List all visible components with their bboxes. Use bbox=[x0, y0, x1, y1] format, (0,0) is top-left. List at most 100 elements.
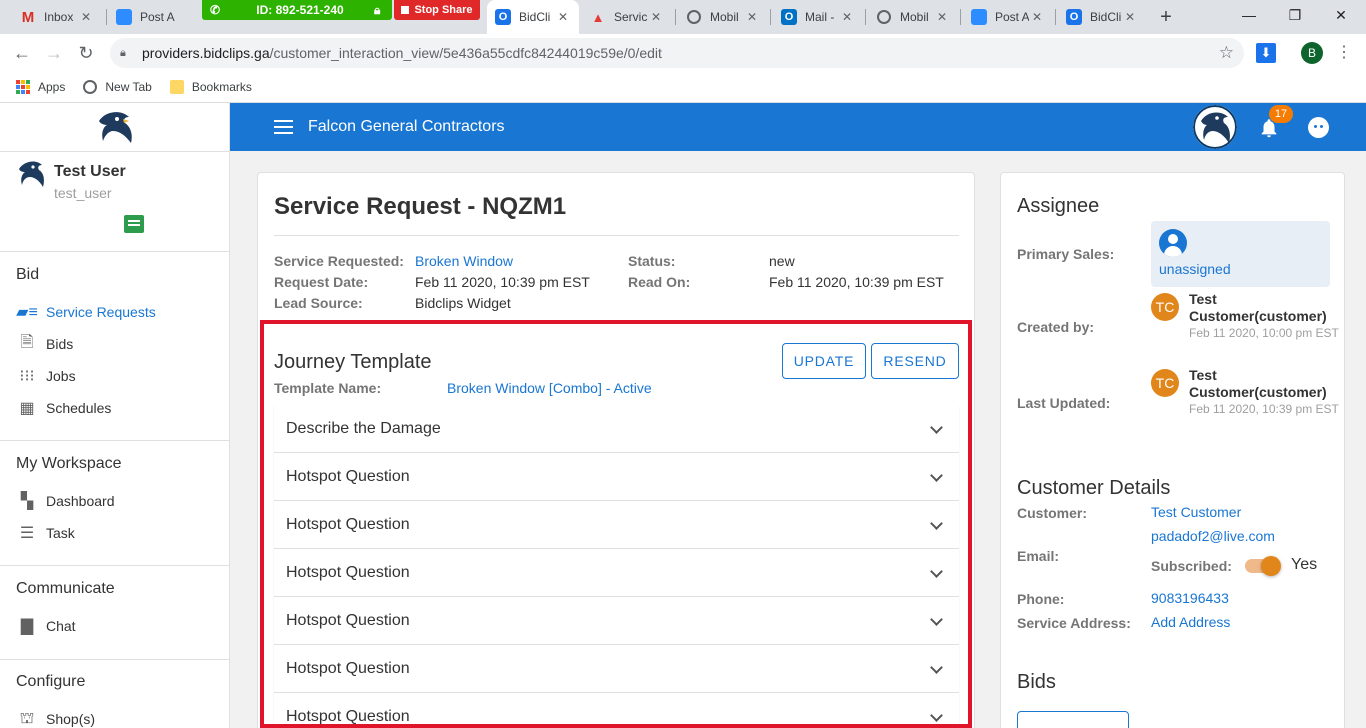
company-name: Falcon General Contractors bbox=[308, 118, 505, 135]
browser-tab[interactable]: O BidCli ✕ bbox=[1058, 0, 1146, 34]
company-logo-icon bbox=[1193, 105, 1237, 149]
menu-icon[interactable] bbox=[274, 120, 293, 134]
back-arrow-icon[interactable]: ← bbox=[10, 41, 34, 65]
account-face-icon[interactable] bbox=[1308, 117, 1329, 138]
bookmark-folder[interactable]: Bookmarks bbox=[169, 80, 252, 94]
bookmark-new-tab[interactable]: New Tab bbox=[83, 80, 152, 94]
browser-tab[interactable]: Mobil ✕ bbox=[678, 0, 768, 34]
created-by-name: Test Customer(customer) bbox=[1189, 291, 1327, 324]
zoom-icon bbox=[971, 9, 987, 25]
lock-icon: 🔒︎ bbox=[120, 46, 126, 59]
created-date: Feb 11 2020, 10:00 pm EST bbox=[1189, 326, 1339, 340]
phone-link[interactable]: 9083196433 bbox=[1151, 590, 1229, 606]
sidebar-item-shops[interactable]: ⛫ Shop(s) bbox=[16, 709, 95, 728]
new-tab-button[interactable]: + bbox=[1154, 5, 1178, 29]
request-date: Feb 11 2020, 10:39 pm EST bbox=[415, 274, 590, 290]
notification-count-badge: 17 bbox=[1269, 105, 1293, 123]
sidebar-item-chat[interactable]: ▇ Chat bbox=[16, 616, 76, 636]
lead-source: Bidclips Widget bbox=[415, 295, 511, 311]
document-icon: 🗎︎ bbox=[20, 333, 34, 351]
app-header: Falcon General Contractors 17 bbox=[230, 103, 1366, 151]
forward-arrow-icon[interactable]: → bbox=[42, 41, 66, 65]
chat-icon[interactable] bbox=[124, 215, 144, 233]
profile-avatar[interactable]: B bbox=[1301, 42, 1323, 64]
section-configure: Configure bbox=[16, 673, 86, 690]
section-communicate: Communicate bbox=[16, 580, 115, 597]
calendar-icon: ▦ bbox=[19, 400, 35, 417]
grid-icon: ⁝⁝⁝ bbox=[19, 368, 35, 385]
email-link[interactable]: padadof2@live.com bbox=[1151, 528, 1275, 544]
bids-title: Bids bbox=[1017, 671, 1056, 693]
close-icon[interactable]: ✕ bbox=[839, 10, 855, 24]
triangle-logo-icon: ▲ bbox=[591, 9, 605, 25]
read-on-value: Feb 11 2020, 10:39 pm EST bbox=[769, 274, 944, 290]
folder-icon bbox=[169, 80, 184, 94]
star-icon[interactable]: ☆ bbox=[1219, 43, 1234, 63]
download-icon[interactable]: ⬇ bbox=[1256, 43, 1276, 63]
avatar: TC bbox=[1151, 293, 1179, 321]
outlook-icon: O bbox=[495, 9, 511, 25]
add-address-link[interactable]: Add Address bbox=[1151, 614, 1230, 630]
close-icon[interactable]: ✕ bbox=[1122, 10, 1138, 24]
details-card: Assignee Primary Sales: unassigned Creat… bbox=[1000, 172, 1345, 728]
bids-action-button[interactable] bbox=[1017, 711, 1129, 728]
more-vert-icon[interactable]: ⋮ bbox=[1336, 42, 1352, 62]
close-icon[interactable]: ✕ bbox=[744, 10, 760, 24]
close-icon[interactable]: ✕ bbox=[1029, 10, 1045, 24]
close-window-button[interactable]: ✕ bbox=[1318, 0, 1364, 30]
zoom-icon bbox=[116, 9, 132, 25]
url-input[interactable]: 🔒︎ providers.bidclips.ga/customer_intera… bbox=[110, 38, 1244, 68]
minimize-button[interactable]: — bbox=[1226, 0, 1272, 30]
user-name: Test User bbox=[54, 163, 126, 180]
address-bar-row: ← → ↻ 🔒︎ providers.bidclips.ga/customer_… bbox=[0, 34, 1366, 72]
shopping-basket-icon: ⛫ bbox=[19, 710, 35, 727]
sidebar-item-schedules[interactable]: ▦ Schedules bbox=[16, 398, 111, 418]
close-icon[interactable]: ✕ bbox=[78, 10, 94, 24]
subscribed-value: Yes bbox=[1291, 556, 1318, 573]
stop-share-button[interactable]: Stop Share bbox=[394, 0, 480, 20]
zoom-meeting-bar[interactable]: ✆ ID: 892-521-240 🔒︎ bbox=[202, 0, 392, 20]
service-requested-link[interactable]: Broken Window bbox=[415, 253, 513, 269]
reload-icon[interactable]: ↻ bbox=[74, 41, 98, 65]
updated-by-name: Test Customer(customer) bbox=[1189, 367, 1327, 400]
sidebar-item-bids[interactable]: 🗎︎ Bids bbox=[16, 333, 74, 354]
globe-icon bbox=[686, 9, 702, 25]
browser-tab[interactable]: Post A ✕ bbox=[963, 0, 1053, 34]
list-card-icon: ▰≡ bbox=[16, 304, 38, 321]
globe-icon bbox=[83, 80, 98, 94]
checklist-icon: ☰ bbox=[19, 525, 35, 542]
close-icon[interactable]: ✕ bbox=[934, 10, 950, 24]
outlook-icon: O bbox=[1066, 9, 1082, 25]
user-handle: test_user bbox=[54, 185, 112, 201]
sidebar: Test User test_user Bid ▰≡ Service Reque… bbox=[0, 103, 230, 728]
close-icon[interactable]: ✕ bbox=[555, 10, 571, 24]
globe-icon bbox=[876, 9, 892, 25]
status-value: new bbox=[769, 253, 795, 269]
sidebar-item-task[interactable]: ☰ Task bbox=[16, 523, 75, 543]
close-icon[interactable]: ✕ bbox=[648, 10, 664, 24]
sidebar-item-service-requests[interactable]: ▰≡ Service Requests bbox=[16, 302, 156, 322]
restore-button[interactable]: ❐ bbox=[1272, 0, 1318, 30]
bookmarks-bar: Apps New Tab Bookmarks bbox=[0, 72, 1366, 103]
browser-tab[interactable]: Mobil ✕ bbox=[868, 0, 958, 34]
sidebar-item-dashboard[interactable]: ▚ Dashboard bbox=[16, 491, 115, 511]
browser-tab-active[interactable]: O BidCli ✕ bbox=[487, 0, 579, 34]
browser-tab[interactable]: O Mail - ✕ bbox=[773, 0, 863, 34]
subscribed-toggle[interactable] bbox=[1245, 556, 1281, 576]
browser-tab[interactable]: ▲ Servic ✕ bbox=[582, 0, 672, 34]
assignee-title: Assignee bbox=[1017, 195, 1100, 217]
chat-bubble-icon: ▇ bbox=[20, 618, 34, 635]
browser-tab-strip: M Inbox ✕ Post A O BidCli ✕ ▲ Servic ✕ M… bbox=[0, 0, 1366, 34]
sidebar-item-jobs[interactable]: ⁝⁝⁝ Jobs bbox=[16, 366, 75, 386]
gmail-icon: M bbox=[21, 8, 35, 26]
falcon-logo-icon bbox=[99, 112, 132, 143]
browser-tab[interactable]: Post A bbox=[108, 0, 202, 34]
browser-tab[interactable]: M Inbox ✕ bbox=[12, 0, 102, 34]
primary-sales-assign[interactable]: unassigned bbox=[1151, 221, 1330, 287]
section-workspace: My Workspace bbox=[16, 455, 122, 472]
person-icon bbox=[1159, 229, 1187, 257]
lock-icon: 🔒︎ bbox=[374, 2, 381, 17]
phone-icon: ✆ bbox=[210, 3, 221, 17]
customer-link[interactable]: Test Customer bbox=[1151, 504, 1241, 520]
bookmark-apps[interactable]: Apps bbox=[16, 80, 65, 94]
